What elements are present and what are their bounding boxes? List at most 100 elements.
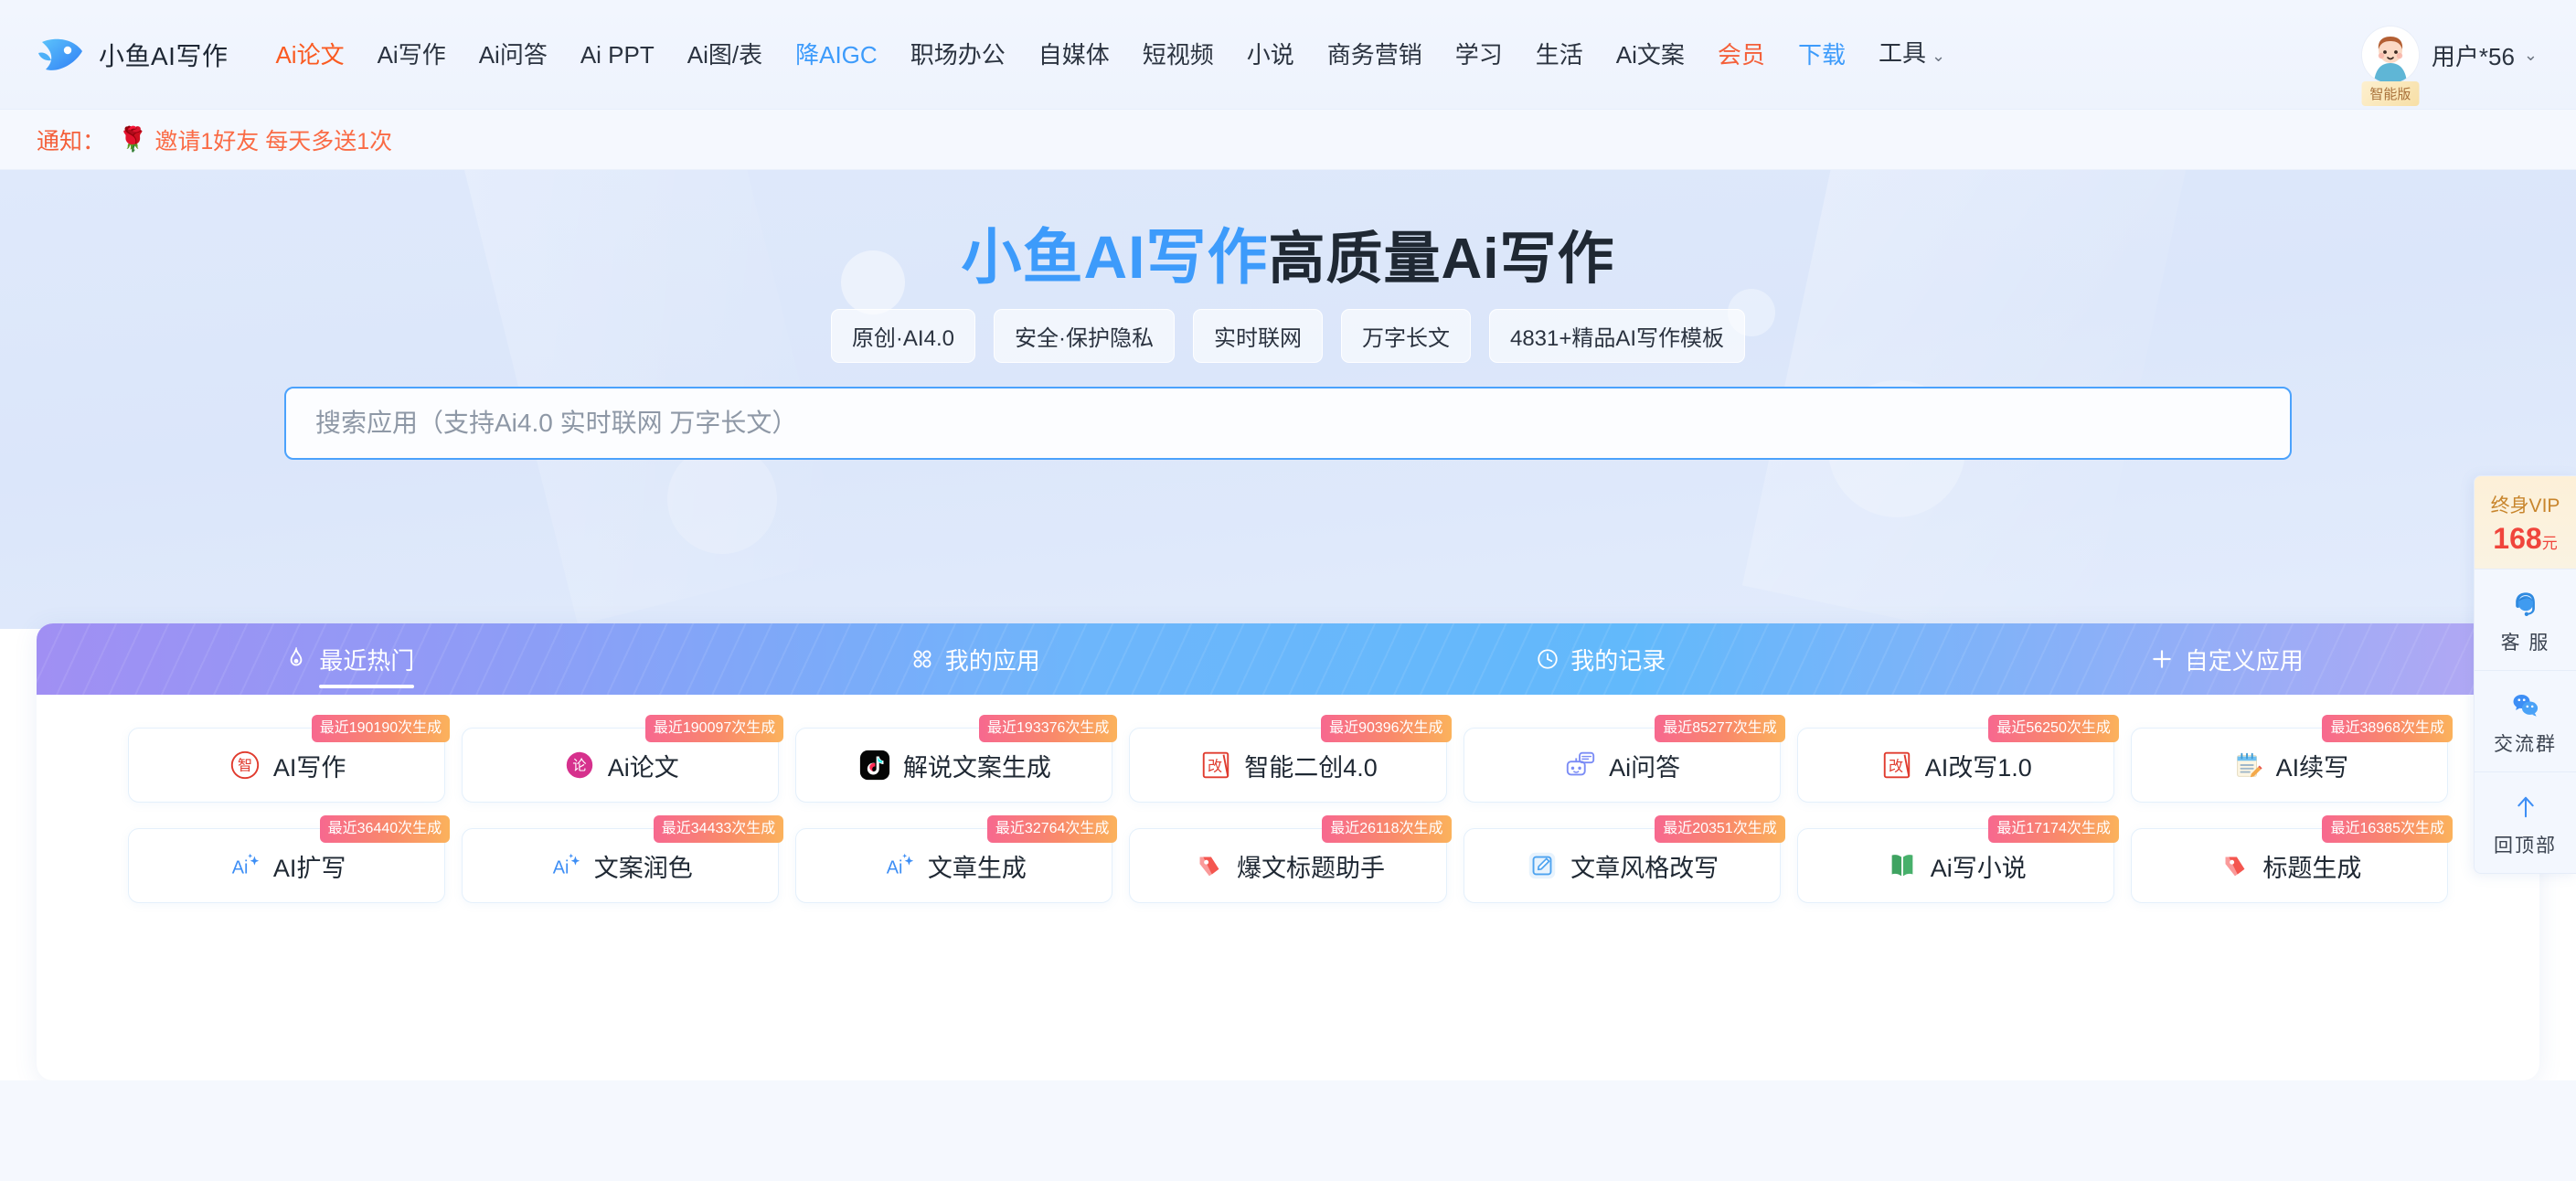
nav-item-ai-wenda[interactable]: Ai问答 [463, 0, 564, 110]
user-menu[interactable]: 智能版 用户*56 ⌄ [2361, 0, 2538, 110]
avatar-wrapper[interactable]: 智能版 [2361, 27, 2420, 106]
nav-item-shangwu-yingxiao[interactable]: 商务营销 [1311, 0, 1439, 110]
app-card-label: 爆文标题助手 [1236, 854, 1385, 882]
svg-text:论: 论 [572, 759, 586, 774]
nav-item-xuexi[interactable]: 学习 [1439, 0, 1519, 110]
nav-item-xiaoshuo[interactable]: 小说 [1230, 0, 1311, 110]
nav-item-gongju-label: 工具 [1878, 39, 1926, 67]
app-card-label: Ai写小说 [1930, 854, 2027, 882]
search-box[interactable] [284, 387, 2292, 460]
app-card-label: AI改写1.0 [1924, 753, 2032, 782]
app-card-label: 标题生成 [2262, 854, 2362, 882]
ai-sparkle-icon: Ai [882, 848, 917, 883]
app-card-ai-xiezuo[interactable]: 最近190190次生成 智 AI写作 [128, 715, 451, 803]
app-card-ai-gaixie[interactable]: 最近56250次生成 改 AI改写1.0 [1796, 715, 2119, 803]
card-usage-badge: 最近190190次生成 [311, 715, 451, 742]
main-nav: Ai论文 Ai写作 Ai问答 Ai PPT Ai图/表 降AIGC 职场办公 自… [259, 0, 1962, 111]
hero-title-rest: 高质量Ai写作 [1268, 228, 1615, 291]
nav-item-ai-wenan[interactable]: Ai文案 [1600, 0, 1701, 110]
user-name: 用户*56 [2431, 42, 2515, 70]
plus-icon [2150, 647, 2174, 671]
tiktok-icon [857, 748, 892, 782]
card-usage-badge: 最近26118次生成 [1322, 815, 1452, 843]
brand-logo-area[interactable]: 小鱼AI写作 [37, 33, 228, 77]
nav-item-zhichang-bangong[interactable]: 职场办公 [894, 0, 1022, 110]
search-input[interactable] [286, 388, 2290, 458]
app-card-label: 文章风格改写 [1570, 854, 1719, 882]
app-card-ai-kuoxie[interactable]: 最近36440次生成 Ai AI扩写 [128, 815, 451, 903]
tab-recent-hot[interactable]: 最近热门 [37, 623, 663, 695]
app-card-label: AI扩写 [272, 854, 346, 882]
notepad-pencil-icon [2230, 748, 2265, 782]
nav-item-jiang-aigc[interactable]: 降AIGC [779, 0, 894, 110]
app-card-wenzhang-fengge[interactable]: 最近20351次生成 文章风格改写 [1463, 815, 1785, 903]
app-card-wenzhang-shengcheng[interactable]: 最近32764次生成 Ai 文章生成 [795, 815, 1118, 903]
tab-my-records-label: 我的记录 [1570, 646, 1666, 675]
app-panel: 最近热门 我的应用 我的记录 自定义应用 最近190190次生成 智 AI写作 … [37, 623, 2539, 1080]
app-card-baowen-biaoti[interactable]: 最近26118次生成 爆文标题助手 [1129, 815, 1452, 903]
chevron-down-icon: ⌄ [1931, 47, 1946, 65]
fish-logo-icon [37, 33, 88, 77]
feature-tag: 实时联网 [1192, 309, 1323, 363]
panel-tabbar: 最近热门 我的应用 我的记录 自定义应用 [37, 623, 2539, 695]
tab-my-apps[interactable]: 我的应用 [663, 623, 1289, 695]
app-card-jieshuo-wenan[interactable]: 最近193376次生成 解说文案生成 [795, 715, 1118, 803]
tab-custom-app[interactable]: 自定义应用 [1914, 623, 2540, 695]
dock-vip-price: 168元 [2475, 522, 2576, 556]
card-usage-badge: 最近17174次生成 [1988, 815, 2119, 843]
tag-icon [2217, 848, 2251, 883]
app-card-label: Ai论文 [607, 753, 679, 782]
hero-title: 小鱼AI写作高质量Ai写作 [0, 208, 2576, 296]
dock-vip-price-value: 168 [2493, 522, 2542, 555]
dock-item-community-label: 交流群 [2494, 734, 2557, 755]
app-card-wenan-runse[interactable]: 最近34433次生成 Ai 文案润色 [462, 815, 784, 903]
open-book-icon [1885, 848, 1920, 883]
card-usage-badge: 最近36440次生成 [319, 815, 451, 843]
notice-label: 通知： [37, 128, 106, 154]
card-usage-badge: 最近20351次生成 [1655, 815, 1785, 843]
tag-icon [1191, 848, 1226, 883]
card-usage-badge: 最近34433次生成 [653, 815, 784, 843]
feature-tag: 原创·AI4.0 [830, 309, 975, 363]
nav-item-shenghuo[interactable]: 生活 [1519, 0, 1600, 110]
nav-item-ai-xiezuo[interactable]: Ai写作 [361, 0, 463, 110]
app-card-ai-lunwen[interactable]: 最近190097次生成 论 Ai论文 [462, 715, 784, 803]
app-card-ai-xuxie[interactable]: 最近38968次生成 AI续写 [2130, 715, 2453, 803]
dock-vip-promo[interactable]: 终身VIP 168元 [2475, 476, 2576, 569]
notice-text[interactable]: 邀请1好友 每天多送1次 [154, 123, 392, 156]
card-usage-badge: 最近85277次生成 [1655, 715, 1785, 742]
nav-item-ai-ppt[interactable]: Ai PPT [564, 0, 671, 110]
dock-item-back-to-top-label: 回顶部 [2494, 835, 2557, 856]
tab-my-apps-label: 我的应用 [944, 646, 1040, 675]
nav-item-zimeiti[interactable]: 自媒体 [1022, 0, 1126, 110]
seal-zhi-icon: 智 [228, 748, 262, 782]
nav-item-gongju[interactable]: 工具 ⌄ [1862, 0, 1962, 111]
dock-vip-price-unit: 元 [2541, 535, 2558, 552]
notice-bar: 通知： 🌹 邀请1好友 每天多送1次 [0, 110, 2576, 170]
app-card-biaoti-shengcheng[interactable]: 最近16385次生成 标题生成 [2130, 815, 2453, 903]
app-card-ai-wenda[interactable]: 最近85277次生成 Ai问答 [1463, 715, 1785, 803]
app-card-label: AI写作 [272, 753, 346, 782]
clock-icon [1536, 647, 1559, 671]
nav-item-ai-tubiao[interactable]: Ai图/表 [671, 0, 779, 110]
svg-text:改: 改 [1889, 759, 1903, 775]
dock-item-back-to-top[interactable]: 回顶部 [2475, 771, 2576, 873]
app-card-grid: 最近190190次生成 智 AI写作 最近190097次生成 论 Ai论文 最近… [37, 695, 2539, 903]
nav-item-huiyuan[interactable]: 会员 [1701, 0, 1782, 110]
feature-tag: 万字长文 [1340, 309, 1471, 363]
tab-custom-app-label: 自定义应用 [2184, 646, 2304, 675]
app-card-label: 文章生成 [927, 854, 1027, 882]
nav-item-duanshipin[interactable]: 短视频 [1126, 0, 1230, 110]
app-card-label: 智能二创4.0 [1244, 753, 1378, 782]
app-card-ai-xiaoshuo[interactable]: 最近17174次生成 Ai写小说 [1796, 815, 2119, 903]
top-navigation-bar: 小鱼AI写作 Ai论文 Ai写作 Ai问答 Ai PPT Ai图/表 降AIGC… [0, 0, 2576, 110]
nav-item-xiazai[interactable]: 下载 [1782, 0, 1862, 110]
tab-my-records[interactable]: 我的记录 [1288, 623, 1914, 695]
nav-item-ai-lunwen[interactable]: Ai论文 [259, 0, 360, 110]
card-usage-badge: 最近38968次生成 [2322, 715, 2453, 742]
app-card-label: 解说文案生成 [902, 753, 1051, 782]
flame-icon [284, 647, 308, 671]
app-card-zhineng-erchuang[interactable]: 最近90396次生成 改 智能二创4.0 [1129, 715, 1452, 803]
arrow-up-icon [2475, 789, 2576, 825]
hero-feature-tags: 原创·AI4.0 安全·保护隐私 实时联网 万字长文 4831+精品AI写作模板 [0, 309, 2576, 363]
